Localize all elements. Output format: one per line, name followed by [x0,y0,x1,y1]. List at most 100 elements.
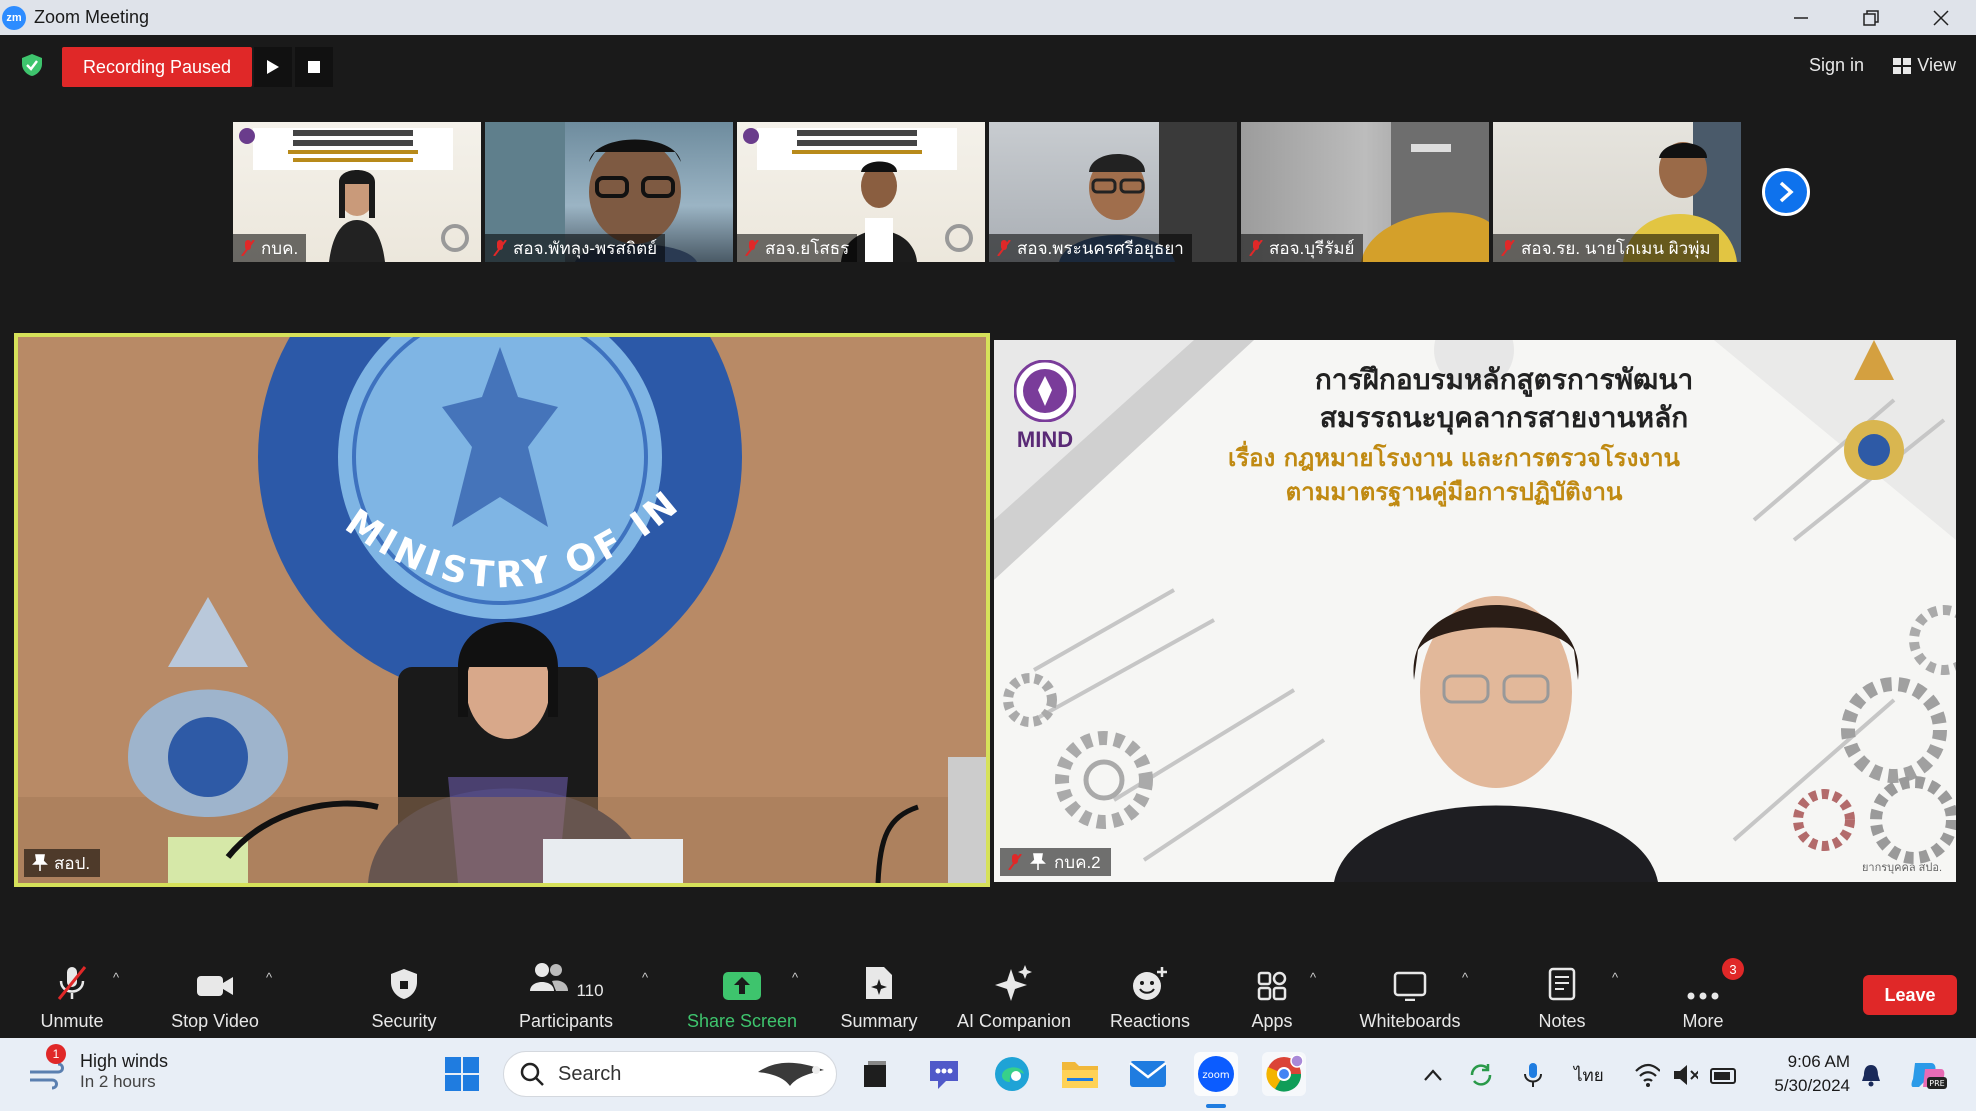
participants-label: Participants [518,1011,614,1031]
participant-video-tile[interactable]: MIND การฝึกอบรมหลักสูตรการพัฒนา สมรรถนะบ… [994,340,1956,882]
share-screen-button[interactable]: Share Screen [684,960,800,1032]
wifi-status-button[interactable] [1634,1062,1660,1088]
copilot-button[interactable]: PRE [1908,1062,1948,1089]
whiteboards-button[interactable]: Whiteboards [1352,960,1468,1032]
sync-icon [1470,1064,1492,1086]
start-button[interactable] [440,1052,484,1096]
leave-meeting-button[interactable]: Leave [1863,975,1957,1015]
participants-options-caret[interactable]: ^ [642,970,648,985]
edge-app-button[interactable] [990,1052,1034,1096]
notes-options-caret[interactable]: ^ [1612,970,1618,985]
reactions-button[interactable]: Reactions [1106,960,1194,1032]
ai-companion-label: AI Companion [956,1011,1072,1031]
more-notification-badge: 3 [1722,958,1744,980]
participant-thumbnail[interactable]: สอจ.พัทลุง-พรสถิตย์ [485,122,733,262]
apps-options-caret[interactable]: ^ [1310,970,1316,985]
participant-thumbnail[interactable]: สอจ.ยโสธร [737,122,985,262]
teams-app-button[interactable] [922,1052,966,1096]
meeting-controls-toolbar: Unmute ^ Stop Video ^ Security 110 Parti… [0,950,1976,1038]
more-dots-icon [1687,992,1719,1000]
sync-status-button[interactable] [1468,1062,1494,1088]
microphone-icon [1524,1063,1542,1087]
participant-thumbnail[interactable]: กบค. [233,122,481,262]
mic-muted-icon [1249,240,1263,256]
participant-name: สอจ.บุรีรัมย์ [1241,234,1363,262]
ai-sparkle-icon [995,965,1032,1001]
stop-video-button[interactable]: Stop Video [160,960,270,1032]
svg-text:zoom: zoom [1202,1070,1229,1081]
mic-muted-icon [997,240,1011,256]
whiteboards-label: Whiteboards [1359,1011,1461,1031]
wifi-icon [1635,1063,1660,1087]
next-page-button[interactable] [1762,168,1810,216]
security-shield-icon [391,969,417,999]
participant-thumbnail[interactable]: สอจ.รย. นายโกเมน ผิวพุ่ม [1493,122,1741,262]
chevron-up-icon [1424,1069,1442,1081]
recording-status[interactable]: Recording Paused [62,47,252,87]
restore-button[interactable] [1836,0,1906,35]
input-language-indicator[interactable]: ไทย [1574,1062,1604,1089]
whiteboard-icon [1393,971,1427,1001]
participant-video [1334,596,1658,882]
view-label: View [1917,55,1956,75]
taskbar-search-box[interactable]: Search [503,1051,837,1097]
volume-button[interactable] [1672,1062,1698,1088]
show-hidden-icons-button[interactable] [1420,1062,1446,1088]
zoom-icon: zoom [1198,1056,1234,1092]
participant-name-text: สอจ.พัทลุง-พรสถิตย์ [513,238,658,258]
pin-icon [32,854,48,871]
resume-recording-button[interactable] [254,47,292,87]
reactions-label: Reactions [1109,1011,1191,1031]
close-button[interactable] [1906,0,1976,35]
sign-in-link[interactable]: Sign in [1809,55,1864,76]
audio-options-caret[interactable]: ^ [113,970,119,985]
task-view-button[interactable] [853,1052,897,1096]
mail-app-button[interactable] [1126,1052,1170,1096]
encryption-shield-icon[interactable] [20,53,44,77]
zoom-active-indicator [1206,1104,1226,1108]
microphone-status-button[interactable] [1520,1062,1546,1088]
summary-label: Summary [840,1011,918,1031]
close-icon [1933,9,1949,26]
apps-button[interactable]: Apps [1246,960,1298,1032]
minimize-button[interactable] [1766,0,1836,35]
participant-name: สอจ.ยโสธร [737,234,858,262]
restore-icon [1863,9,1879,26]
zoom-app-icon: zm [2,5,26,30]
active-speaker-video-tile[interactable]: MINISTRY OF INDUSTRY สอป. [14,333,990,887]
file-explorer-button[interactable] [1058,1052,1102,1096]
view-button[interactable]: View [1893,55,1956,76]
chrome-app-button[interactable] [1262,1052,1306,1096]
slide-credit: ยากรบุคคล สปอ. [1861,862,1942,874]
participant-name-text: สอจ.ยโสธร [765,238,850,258]
participant-name-text: สอจ.บุรีรัมย์ [1269,238,1355,258]
search-placeholder: Search [558,1062,622,1085]
summary-button[interactable]: Summary [836,960,922,1032]
battery-status-button[interactable] [1710,1062,1736,1088]
zoom-app-button[interactable]: zoom [1194,1052,1238,1096]
video-options-caret[interactable]: ^ [266,970,272,985]
smiley-reaction-icon [1133,967,1167,1000]
notification-center-button[interactable] [1858,1062,1884,1088]
speaker-name-text: สอป. [54,853,91,873]
participants-button[interactable]: 110 Participants [508,960,624,1032]
security-button[interactable]: Security [360,960,448,1032]
notes-button[interactable]: Notes [1532,960,1592,1032]
weather-widget[interactable]: 1 High winds In 2 hours [28,1044,168,1092]
whiteboards-options-caret[interactable]: ^ [1462,970,1468,985]
apps-grid-icon [1257,971,1287,1001]
participant-name-text: สอจ.รย. นายโกเมน ผิวพุ่ม [1521,238,1711,258]
system-clock[interactable]: 9:06 AM 5/30/2024 [1752,1050,1850,1098]
security-label: Security [371,1011,437,1031]
stop-recording-button[interactable] [295,47,333,87]
participant-name-label: กบค.2 [1000,848,1111,876]
share-options-caret[interactable]: ^ [792,970,798,985]
weather-subtitle: In 2 hours [80,1071,156,1091]
unmute-button[interactable]: Unmute [32,960,112,1032]
participant-thumbnail[interactable]: สอจ.บุรีรัมย์ [1241,122,1489,262]
pin-icon [1030,853,1046,870]
participant-thumbnail[interactable]: สอจ.พระนครศรีอยุธยา [989,122,1237,262]
ai-companion-button[interactable]: AI Companion [950,960,1078,1032]
svg-text:PRE: PRE [1929,1079,1944,1088]
stop-video-label: Stop Video [171,1011,259,1031]
